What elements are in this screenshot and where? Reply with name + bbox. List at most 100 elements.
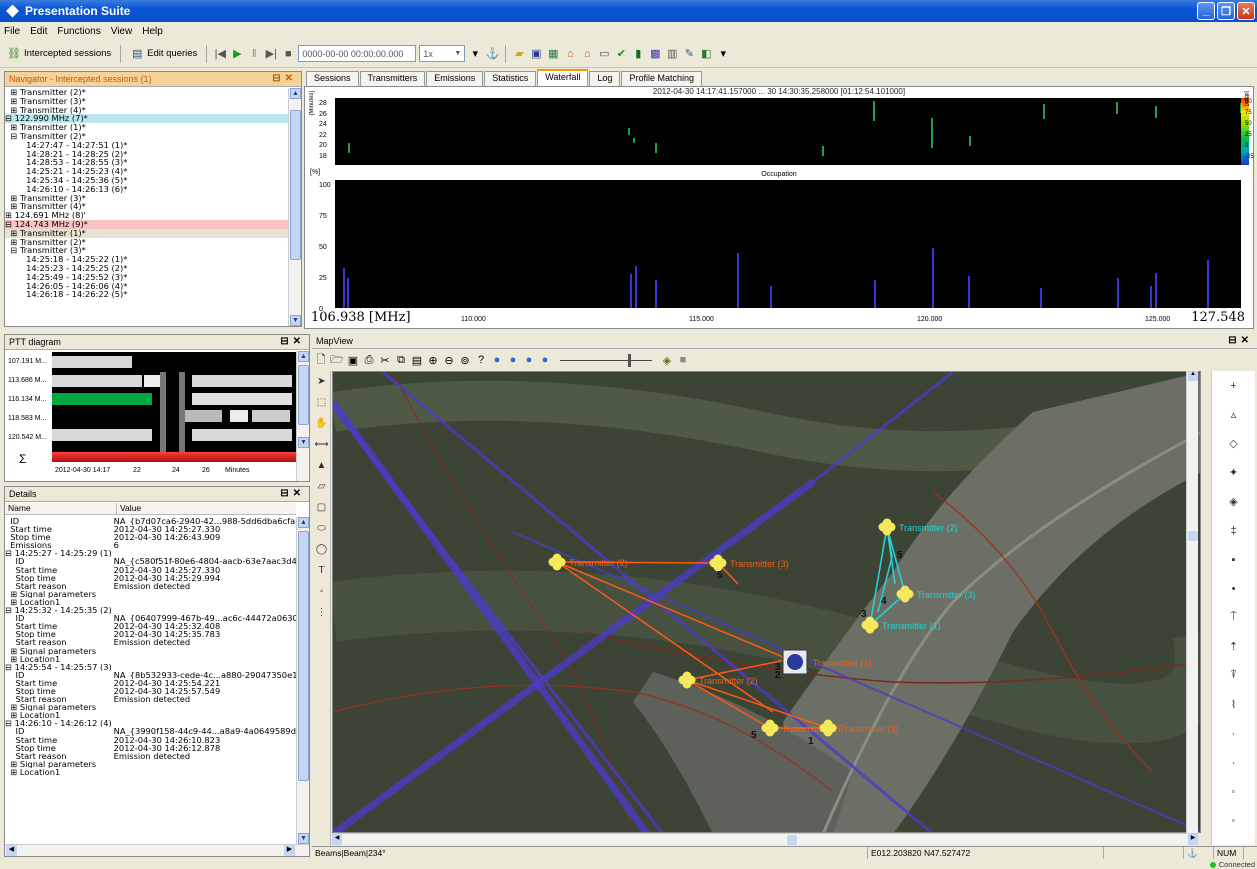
scroll-thumb[interactable]: [1188, 531, 1198, 541]
polygon-icon[interactable]: ▱: [313, 476, 330, 497]
new-icon[interactable]: 🗋: [314, 353, 328, 367]
more-icon[interactable]: ⋮: [313, 602, 330, 623]
map-symbol-icon[interactable]: ◈: [1212, 487, 1255, 516]
print-icon[interactable]: ⎙: [362, 353, 376, 367]
details-row[interactable]: ⊞ Signal parameters: [5, 760, 296, 768]
session-tree[interactable]: ⊞ Transmitter (2)* ⊞ Transmitter (3)* ⊞ …: [5, 88, 288, 326]
details-row[interactable]: ID NA_{06407999-467b-49...ac6c-44472a0630…: [5, 614, 296, 622]
ptt-plot[interactable]: [52, 352, 297, 452]
navigator-scrollbar[interactable]: ▲ ▼: [288, 88, 301, 326]
print-icon[interactable]: ⌂: [563, 47, 577, 61]
open-folder-icon[interactable]: ▰: [512, 47, 526, 61]
pause-icon[interactable]: ‖: [247, 47, 261, 61]
rectangle-icon[interactable]: ▢: [313, 497, 330, 518]
map-symbol-icon[interactable]: ·: [1212, 719, 1255, 748]
stop-icon[interactable]: ■: [281, 47, 295, 61]
menu-edit[interactable]: Edit: [30, 26, 47, 37]
zoom-fit-icon[interactable]: ⊚: [458, 353, 472, 367]
scroll-left-icon[interactable]: ◀: [332, 834, 342, 845]
help-icon[interactable]: ?: [474, 353, 488, 367]
details-row[interactable]: ID NA_{c580f51f-80e6-4804-aacb-63e7aac3d4…: [5, 557, 296, 565]
map-symbol-icon[interactable]: ▪: [1212, 545, 1255, 574]
details-row[interactable]: Start time 2012-04-30 14:25:32.408: [5, 622, 296, 630]
text-icon[interactable]: T: [313, 560, 330, 581]
speed-chevron-icon[interactable]: ▾: [468, 47, 482, 61]
globe-icon[interactable]: ●: [522, 353, 536, 367]
panel-pin-close-icons[interactable]: ⊟✕: [272, 73, 297, 84]
map-symbol-icon[interactable]: ⇡: [1212, 632, 1255, 661]
details-row[interactable]: Start time 2012-04-30 14:26:10.823: [5, 736, 296, 744]
check-icon[interactable]: ✔: [614, 47, 628, 61]
intercepted-sessions-button[interactable]: ⛓ Intercepted sessions: [4, 45, 114, 63]
scroll-down-icon[interactable]: ▼: [298, 833, 309, 844]
more-chevron-icon[interactable]: ▾: [716, 47, 730, 61]
menu-view[interactable]: View: [111, 26, 133, 37]
details-row[interactable]: Start time 2012-04-30 14:25:27.330: [5, 566, 296, 574]
print-preview-icon[interactable]: ⌂: [580, 47, 594, 61]
details-row[interactable]: ⊟ 14:25:32 - 14:25:35 (2): [5, 606, 296, 614]
zoom-out-icon[interactable]: ⊖: [442, 353, 456, 367]
map-symbol-icon[interactable]: ◦: [1212, 777, 1255, 806]
map-symbol-icon[interactable]: ⍒: [1212, 661, 1255, 690]
details-row[interactable]: Stop time 2012-04-30 14:25:35.783: [5, 630, 296, 638]
scroll-up-icon[interactable]: ▲: [298, 517, 309, 528]
layers-icon[interactable]: ◈: [660, 353, 674, 367]
measure-icon[interactable]: ⟷: [313, 434, 330, 455]
map-symbol-icon[interactable]: ‡: [1212, 516, 1255, 545]
minimize-button[interactable]: _: [1197, 2, 1215, 20]
paste-icon[interactable]: ▤: [410, 353, 424, 367]
details-row[interactable]: ID NA_{8b532933-cede-4c...a880-29047350e1…: [5, 671, 296, 679]
tab-waterfall[interactable]: Waterfall: [537, 69, 589, 86]
panel-pin-close-icons[interactable]: ⊟✕: [280, 488, 305, 499]
scroll-left-icon[interactable]: ◀: [6, 845, 17, 856]
details-row[interactable]: Stop time 2012-04-30 14:26:43.909: [5, 533, 296, 541]
occupation-plot[interactable]: [335, 180, 1241, 308]
map-symbol-icon[interactable]: ·: [1212, 748, 1255, 777]
menu-functions[interactable]: Functions: [57, 26, 100, 37]
map-symbol-icon[interactable]: ⌇: [1212, 690, 1255, 719]
time-input[interactable]: 0000-00-00 00:00:00.000: [298, 45, 417, 62]
recorder-icon[interactable]: ⚓: [485, 47, 499, 61]
zoom-slider[interactable]: [560, 353, 652, 367]
copy-icon[interactable]: ⧉: [394, 353, 408, 367]
map-symbol-icon[interactable]: ◦: [1212, 806, 1255, 835]
open-icon[interactable]: 🗁: [330, 353, 344, 367]
details-row[interactable]: Emissions 6: [5, 541, 296, 549]
details-row[interactable]: Start reason Emission detected: [5, 638, 296, 646]
details-row[interactable]: ID NA_{b7d07ca6-2940-42...988-5dd6dba6cfa…: [5, 517, 296, 525]
close-button[interactable]: ✕: [1237, 2, 1255, 20]
scroll-thumb[interactable]: [290, 110, 301, 260]
ptt-scrollbar[interactable]: ▲ ▼: [296, 351, 309, 481]
tab-profile-matching[interactable]: Profile Matching: [621, 71, 702, 86]
details-row[interactable]: ⊞ Location1: [5, 768, 296, 776]
map-vscroll[interactable]: ▲: [1186, 371, 1198, 833]
circle-icon[interactable]: ◯: [313, 539, 330, 560]
details-row[interactable]: ⊟ 14:25:54 - 14:25:57 (3): [5, 663, 296, 671]
chart-icon[interactable]: ▥: [665, 47, 679, 61]
column-name[interactable]: Name: [5, 503, 117, 514]
map-hscroll[interactable]: ◀ ▶: [332, 833, 1198, 845]
tab-statistics[interactable]: Statistics: [484, 71, 537, 86]
edit-icon[interactable]: ✎: [682, 47, 696, 61]
scroll-thumb[interactable]: [298, 531, 309, 781]
play-icon[interactable]: ▶: [230, 47, 244, 61]
column-value[interactable]: Value: [117, 503, 141, 514]
details-row[interactable]: ⊞ Location1: [5, 655, 296, 663]
map-symbol-icon[interactable]: ⍑: [1212, 603, 1255, 632]
panel-pin-close-icons[interactable]: ⊟✕: [280, 336, 305, 347]
details-row[interactable]: ⊞ Location1: [5, 711, 296, 719]
details-row[interactable]: ⊟ 14:25:27 - 14:25:29 (1): [5, 549, 296, 557]
zoom-in-icon[interactable]: ⊕: [426, 353, 440, 367]
tree-node[interactable]: 14:26:18 - 14:26:22 (5)*: [5, 290, 288, 299]
point-icon[interactable]: ◦: [313, 581, 330, 602]
menu-file[interactable]: File: [4, 26, 20, 37]
map-canvas[interactable]: Transmitter (2) Transmitter (3) Transmitte…: [332, 371, 1201, 833]
stop-icon[interactable]: ■: [676, 353, 690, 367]
select-icon[interactable]: ⬚: [313, 392, 330, 413]
scroll-up-icon[interactable]: ▲: [1188, 371, 1198, 381]
menu-help[interactable]: Help: [142, 26, 163, 37]
save-icon[interactable]: ▣: [529, 47, 543, 61]
details-row[interactable]: ⊞ Signal parameters: [5, 647, 296, 655]
pan-icon[interactable]: ✋: [313, 413, 330, 434]
edit-queries-button[interactable]: ▤ Edit queries: [127, 45, 200, 63]
